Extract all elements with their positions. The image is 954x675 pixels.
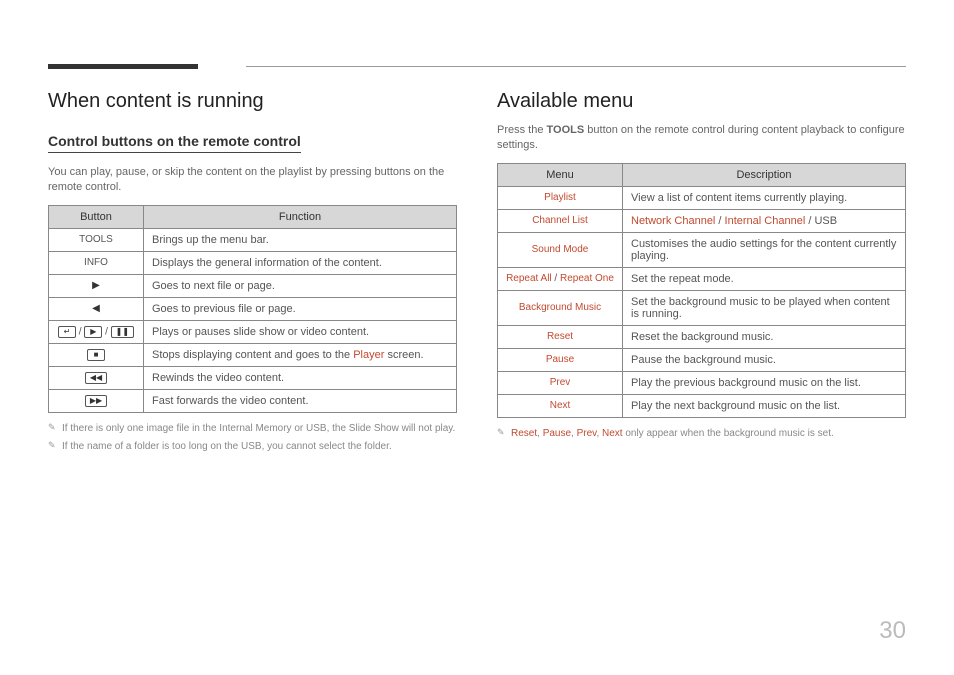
menu-cell: Repeat All / Repeat One <box>498 267 623 290</box>
subsection-title: Control buttons on the remote control <box>48 133 301 153</box>
function-cell: Fast forwards the video content. <box>144 389 457 412</box>
table-row: TOOLSBrings up the menu bar. <box>49 228 457 251</box>
description-cell: Network Channel / Internal Channel / USB <box>623 209 906 232</box>
button-cell: TOOLS <box>49 228 144 251</box>
table-row: ◀◀ Rewinds the video content. <box>49 366 457 389</box>
section-title-left: When content is running <box>48 90 457 113</box>
description-cell: View a list of content items currently p… <box>623 186 906 209</box>
description-cell: Customises the audio settings for the co… <box>623 232 906 267</box>
menu-table: Menu Description PlaylistView a list of … <box>497 163 906 418</box>
th-description: Description <box>623 163 906 186</box>
menu-cell: Playlist <box>498 186 623 209</box>
table-row: Repeat All / Repeat OneSet the repeat mo… <box>498 267 906 290</box>
remote-button-icon: ■ <box>87 349 105 361</box>
description-cell: Play the next background music on the li… <box>623 394 906 417</box>
table-row: PausePause the background music. <box>498 348 906 371</box>
button-cell: ↵ / ▶ / ❚❚ <box>49 320 144 343</box>
table-row: Sound ModeCustomises the audio settings … <box>498 232 906 267</box>
description-cell: Set the repeat mode. <box>623 267 906 290</box>
table-row: ↵ / ▶ / ❚❚Plays or pauses slide show or … <box>49 320 457 343</box>
description-cell: Set the background music to be played wh… <box>623 290 906 325</box>
remote-button-icon: ▶ <box>84 326 102 338</box>
intro-right: Press the TOOLS button on the remote con… <box>497 123 906 153</box>
button-table: Button Function TOOLSBrings up the menu … <box>48 205 457 413</box>
function-cell: Plays or pauses slide show or video cont… <box>144 320 457 343</box>
table-row: PrevPlay the previous background music o… <box>498 371 906 394</box>
note: If there is only one image file in the I… <box>48 421 457 436</box>
remote-button-icon: ❚❚ <box>111 326 134 338</box>
function-cell: Goes to next file or page. <box>144 274 457 297</box>
remote-button-icon: ↵ <box>58 326 76 338</box>
table-row: ▶ Goes to next file or page. <box>49 274 457 297</box>
description-cell: Pause the background music. <box>623 348 906 371</box>
section-title-right: Available menu <box>497 90 906 113</box>
table-row: ResetReset the background music. <box>498 325 906 348</box>
table-row: PlaylistView a list of content items cur… <box>498 186 906 209</box>
page-number: 30 <box>879 617 906 645</box>
note: Reset, Pause, Prev, Next only appear whe… <box>497 426 906 441</box>
table-row: INFODisplays the general information of … <box>49 251 457 274</box>
button-cell: ◀◀ <box>49 366 144 389</box>
table-row: ◀ Goes to previous file or page. <box>49 297 457 320</box>
menu-cell: Channel List <box>498 209 623 232</box>
button-cell: INFO <box>49 251 144 274</box>
remote-button-icon: ◀◀ <box>85 372 107 384</box>
table-row: ■ Stops displaying content and goes to th… <box>49 343 457 366</box>
menu-cell: Background Music <box>498 290 623 325</box>
menu-cell: Reset <box>498 325 623 348</box>
function-cell: Rewinds the video content. <box>144 366 457 389</box>
th-function: Function <box>144 205 457 228</box>
function-cell: Goes to previous file or page. <box>144 297 457 320</box>
intro-left: You can play, pause, or skip the content… <box>48 165 457 195</box>
table-row: ▶▶ Fast forwards the video content. <box>49 389 457 412</box>
menu-cell: Sound Mode <box>498 232 623 267</box>
button-cell: ▶▶ <box>49 389 144 412</box>
description-cell: Play the previous background music on th… <box>623 371 906 394</box>
left-column: When content is running Control buttons … <box>48 60 457 457</box>
function-cell: Stops displaying content and goes to the… <box>144 343 457 366</box>
table-row: Background MusicSet the background music… <box>498 290 906 325</box>
table-row: NextPlay the next background music on th… <box>498 394 906 417</box>
remote-button-icon: ▶▶ <box>85 395 107 407</box>
th-button: Button <box>49 205 144 228</box>
button-cell: ◀ <box>49 297 144 320</box>
button-cell: ▶ <box>49 274 144 297</box>
arrow-icon: ▶ <box>92 280 100 291</box>
th-menu: Menu <box>498 163 623 186</box>
arrow-icon: ◀ <box>92 303 100 314</box>
menu-cell: Next <box>498 394 623 417</box>
table-row: Channel ListNetwork Channel / Internal C… <box>498 209 906 232</box>
function-cell: Brings up the menu bar. <box>144 228 457 251</box>
description-cell: Reset the background music. <box>623 325 906 348</box>
button-cell: ■ <box>49 343 144 366</box>
menu-cell: Pause <box>498 348 623 371</box>
function-cell: Displays the general information of the … <box>144 251 457 274</box>
menu-cell: Prev <box>498 371 623 394</box>
right-column: Available menu Press the TOOLS button on… <box>497 60 906 457</box>
note: If the name of a folder is too long on t… <box>48 439 457 454</box>
